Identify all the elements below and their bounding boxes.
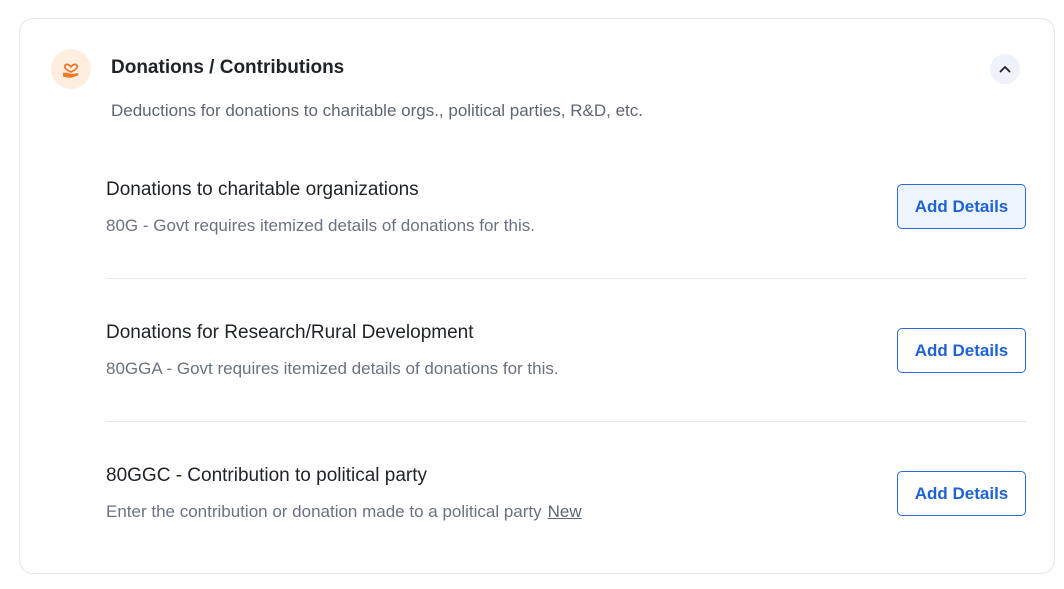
section-subtitle: Deductions for donations to charitable o… — [111, 101, 643, 120]
add-details-button[interactable]: Add Details — [897, 184, 1026, 229]
item-title: Donations to charitable organizations — [106, 179, 419, 200]
list-item-research: Donations for Research/Rural Development… — [106, 322, 1026, 422]
add-details-button[interactable]: Add Details — [897, 471, 1026, 516]
add-details-button[interactable]: Add Details — [897, 328, 1026, 373]
new-badge-link[interactable]: New — [548, 502, 582, 521]
list-item-political: 80GGC - Contribution to political party … — [106, 465, 1026, 565]
item-description-row: Enter the contribution or donation made … — [106, 502, 582, 522]
section-title: Donations / Contributions — [111, 57, 345, 78]
divider — [106, 421, 1026, 422]
item-title: Donations for Research/Rural Development — [106, 322, 474, 343]
donations-card: Donations / Contributions Deductions for… — [19, 18, 1055, 574]
item-description: 80G - Govt requires itemized details of … — [106, 216, 535, 235]
item-description: Enter the contribution or donation made … — [106, 502, 542, 521]
item-description: 80GGA - Govt requires itemized details o… — [106, 359, 559, 378]
donation-heart-hand-icon — [51, 49, 91, 89]
divider — [106, 278, 1026, 279]
list-item-charitable: Donations to charitable organizations 80… — [106, 179, 1026, 279]
item-title: 80GGC - Contribution to political party — [106, 465, 428, 486]
chevron-up-icon — [999, 66, 1011, 73]
collapse-button[interactable] — [990, 54, 1020, 84]
